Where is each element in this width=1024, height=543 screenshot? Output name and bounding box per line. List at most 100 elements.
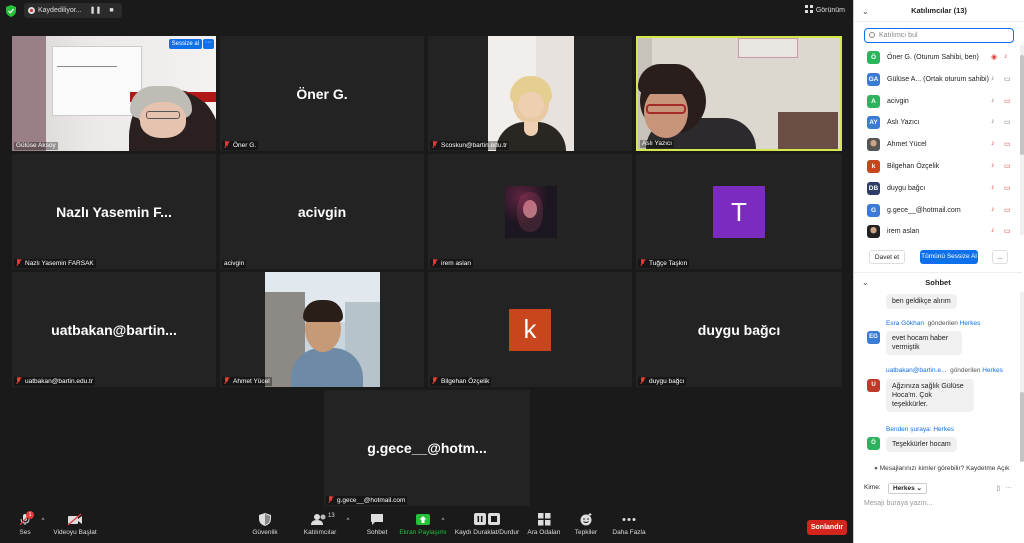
participant-row[interactable]: irem aslan ♪ ▭ xyxy=(854,221,1022,243)
recording-icon xyxy=(28,7,35,14)
mic-muted-icon[interactable]: ♪ xyxy=(991,206,995,213)
video-off-icon[interactable]: ▭ xyxy=(1004,206,1011,214)
participants-scrollbar[interactable] xyxy=(1020,45,1024,235)
participant-avatar: T xyxy=(713,185,765,238)
participant-row[interactable]: DB duygu bağcı ♪ ▭ xyxy=(854,178,1022,200)
security-button[interactable]: Güvenlik xyxy=(248,513,282,536)
video-label: Videoyu Başlat xyxy=(53,529,97,536)
participant-name: Aslı Yazıcı xyxy=(887,119,920,127)
chat-scrollbar[interactable] xyxy=(1020,292,1024,462)
video-off-icon[interactable]: ▭ xyxy=(1004,97,1011,105)
chat-button[interactable]: Sohbet xyxy=(362,513,392,536)
invite-button[interactable]: Davet et xyxy=(869,250,905,264)
participants-options-caret[interactable]: ^ xyxy=(343,518,353,524)
sidebar-panel: ⌄ Katılımcılar (13) Katılımcı bul Ö Öner … xyxy=(853,0,1024,543)
pause-recording-button[interactable]: ❚❚ xyxy=(88,3,103,18)
video-tile[interactable]: Ahmet Yücel xyxy=(220,272,424,387)
participant-row[interactable]: k Bilgehan Özçelik ♪ ▭ xyxy=(854,156,1022,178)
chat-panel-title: Sohbet xyxy=(925,278,951,287)
participant-name-label: acivgin xyxy=(222,260,247,268)
video-tile[interactable]: Gülüse Aksoy Sessize al ··· xyxy=(12,36,216,151)
stop-recording-button[interactable]: ■ xyxy=(104,3,119,18)
participant-row[interactable]: Ahmet Yücel ♪ ▭ xyxy=(854,134,1022,156)
video-icon[interactable]: ▭ xyxy=(1004,118,1011,126)
mic-icon[interactable]: ♪ xyxy=(991,118,995,125)
video-tile[interactable]: T Tuğçe Taşkın xyxy=(636,154,842,269)
mic-muted-icon[interactable]: ♪ xyxy=(991,140,995,147)
video-tile[interactable]: Scoskun@bartin.edu.tr xyxy=(428,36,632,151)
video-tile[interactable]: g.gece__@hotm... g.gece__@hotmail.com xyxy=(324,390,530,506)
video-off-icon[interactable]: ▭ xyxy=(1004,227,1011,235)
mute-all-button[interactable]: Tümünü Sessize Al xyxy=(920,250,978,264)
video-tile[interactable]: uatbakan@bartin... uatbakan@bartin.edu.t… xyxy=(12,272,216,387)
mic-muted-icon xyxy=(16,259,22,266)
participant-display-name: uatbakan@bartin... xyxy=(51,321,177,338)
chat-message-input[interactable]: Mesajı buraya yazın... xyxy=(864,500,932,507)
view-button[interactable]: Görünüm xyxy=(804,5,845,14)
grid-view-icon xyxy=(804,5,813,13)
more-dots-icon[interactable]: ··· xyxy=(1006,484,1013,491)
reactions-label: Tepkiler xyxy=(574,529,598,536)
video-tile[interactable]: k Bilgehan Özçelik xyxy=(428,272,632,387)
mute-participant-button[interactable]: Sessize al xyxy=(168,39,202,49)
video-off-icon[interactable]: ▭ xyxy=(1004,162,1011,170)
participant-row[interactable]: Ö Öner G. (Oturum Sahibi, ben) ◉ ♪ xyxy=(854,47,1022,69)
participant-avatar: G xyxy=(867,203,880,217)
who-can-see-messages[interactable]: ● Mesajlarınızı kimler görebilir? Kaydet… xyxy=(874,465,1009,472)
share-options-caret[interactable]: ^ xyxy=(438,518,448,524)
video-tile[interactable]: Öner G. Öner G. xyxy=(220,36,424,151)
participants-panel-title: Katılımcılar (13) xyxy=(911,6,967,15)
participant-row[interactable]: Gg.gece__@hotmail.com ♪ ▭ xyxy=(854,200,1022,222)
video-tile[interactable]: duygu bağcı duygu bağcı xyxy=(636,272,842,387)
mic-muted-icon[interactable]: ♪ xyxy=(991,184,995,191)
breakout-rooms-button[interactable]: Ara Odaları xyxy=(526,513,562,536)
chat-avatar: U xyxy=(867,379,880,392)
mic-muted-icon[interactable]: ♪ xyxy=(991,227,995,234)
video-tile-active-speaker[interactable]: Aslı Yazıcı xyxy=(636,36,842,151)
participant-name-label: Nazlı Yasemin FARSAK xyxy=(14,259,96,268)
video-icon[interactable]: ▭ xyxy=(1004,75,1011,83)
video-tile[interactable]: Nazlı Yasemin F... Nazlı Yasemin FARSAK xyxy=(12,154,216,269)
participant-name: Gülüse A... (Ortak oturum sahibi) xyxy=(887,75,989,83)
participant-search-input[interactable]: Katılımcı bul xyxy=(864,28,1014,43)
participant-display-name: duygu bağcı xyxy=(697,321,781,338)
participants-button[interactable]: Katılımcılar 13 xyxy=(300,513,340,536)
more-button[interactable]: Daha Fazla xyxy=(610,513,648,536)
tile-more-button[interactable]: ··· xyxy=(203,39,214,49)
shield-icon[interactable] xyxy=(6,5,16,17)
participant-name-label: Scoskun@bartin.edu.tr xyxy=(430,141,510,150)
audio-options-caret[interactable]: ^ xyxy=(38,518,48,524)
video-off-icon[interactable]: ▭ xyxy=(1004,184,1011,192)
pause-stop-recording-button[interactable]: Kaydı Duraklat/Durdur xyxy=(452,513,522,536)
chat-message: Teşekkürler hocam xyxy=(886,437,957,452)
participant-row[interactable]: GA Gülüse A... (Ortak oturum sahibi) ♪ ▭ xyxy=(854,69,1022,91)
video-off-icon[interactable]: ▭ xyxy=(1004,140,1011,148)
participant-name-label: Tuğçe Taşkın xyxy=(638,259,690,268)
mic-icon[interactable]: ♪ xyxy=(991,75,995,82)
participant-row[interactable]: AY Aslı Yazıcı ♪ ▭ xyxy=(854,112,1022,134)
start-video-button[interactable]: Videoyu Başlat xyxy=(52,513,98,536)
collapse-chevron-icon[interactable]: ⌄ xyxy=(862,278,869,287)
mic-muted-icon[interactable]: ♪ xyxy=(1004,53,1008,60)
reactions-button[interactable]: Tepkiler xyxy=(570,513,602,536)
mic-icon[interactable]: ♪ xyxy=(991,97,995,104)
participants-more-button[interactable]: ... xyxy=(992,250,1008,264)
share-screen-button[interactable]: Ekran Paylaşımı xyxy=(398,513,448,536)
record-icon[interactable]: ◉ xyxy=(991,53,997,61)
participant-name: Öner G. (Oturum Sahibi, ben) xyxy=(887,54,979,61)
audio-button[interactable]: Ses 1 xyxy=(12,511,38,536)
breakout-label: Ara Odaları xyxy=(527,529,561,536)
recipient-select[interactable]: Herkes ⌄ xyxy=(888,483,927,494)
file-icon[interactable]: ▯ xyxy=(996,484,1000,492)
video-tile[interactable]: irem aslan xyxy=(428,154,632,269)
mic-muted-icon[interactable]: ♪ xyxy=(991,162,995,169)
video-tile[interactable]: acivgin acivgin xyxy=(220,154,424,269)
end-meeting-button[interactable]: Sonlandır xyxy=(807,520,847,535)
collapse-chevron-icon[interactable]: ⌄ xyxy=(862,7,869,16)
participant-row[interactable]: Aacivgin ♪ ▭ xyxy=(854,91,1022,113)
reactions-icon xyxy=(580,513,591,526)
participants-panel-header: ⌄ Katılımcılar (13) xyxy=(854,0,1024,22)
mic-muted-icon xyxy=(328,496,334,503)
view-label: Görünüm xyxy=(815,7,845,14)
participant-name-label: Aslı Yazıcı xyxy=(640,140,675,148)
